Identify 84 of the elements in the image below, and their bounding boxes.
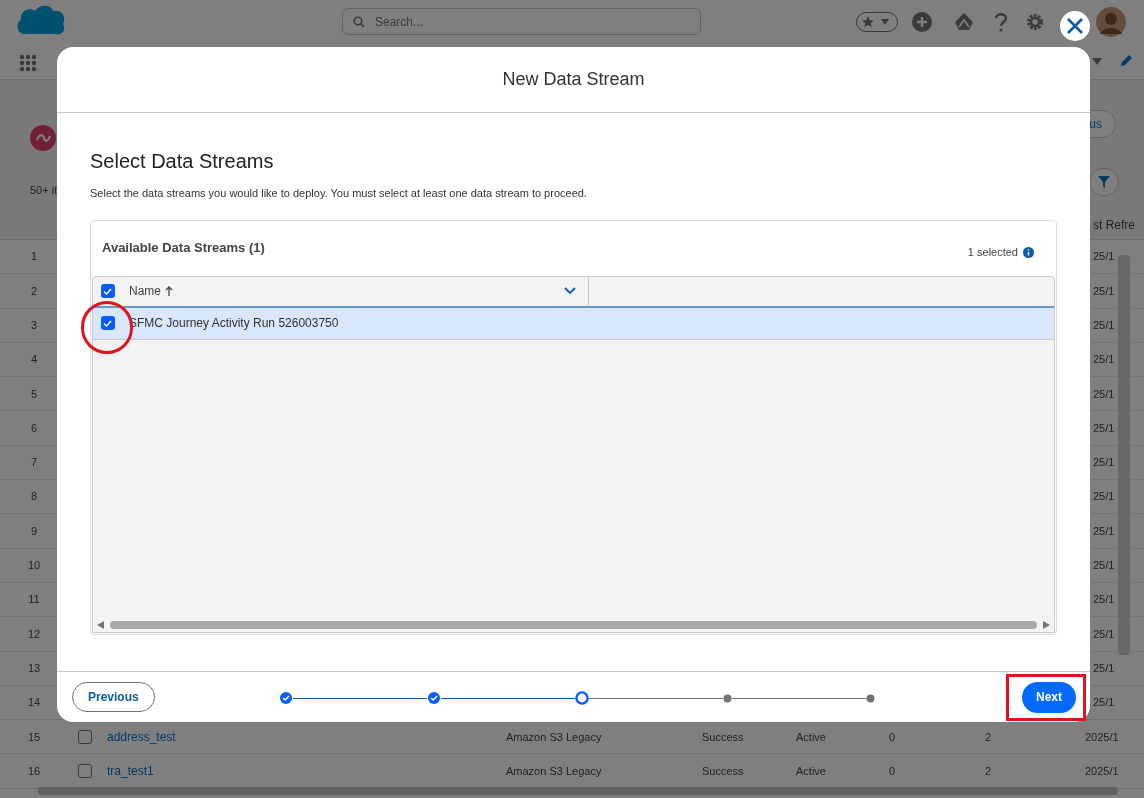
selected-count: 1 selected [967,244,1018,260]
list-button[interactable]: us [1089,115,1102,133]
table-cell: 25/1 [1093,524,1115,537]
horizontal-scrollbar[interactable] [38,787,1118,795]
caret-icon[interactable] [1092,58,1102,65]
table-cell: 25/1 [1093,456,1115,469]
row-number: 5 [29,386,39,402]
table-cell: 0 [889,730,896,743]
search-icon [353,16,365,28]
completed-step-icon [279,691,293,705]
table-cell: 25/1 [1093,593,1115,606]
row-number: 14 [26,695,42,711]
current-step-icon [575,691,589,705]
row-number: 7 [29,455,39,471]
stream-name-link[interactable]: address_test [107,729,176,744]
next-button[interactable]: Next [1022,681,1076,713]
table-cell: 25/1 [1093,627,1115,640]
table-cell: 2 [985,764,992,777]
table-cell: Amazon S3 Legacy [506,764,602,777]
row-number: 8 [29,489,39,505]
horizontal-scrollbar[interactable] [110,620,1037,629]
modal-title: New Data Stream [502,68,645,91]
table-cell: 25/1 [1093,319,1115,331]
checkbox[interactable] [78,729,92,744]
table-cell: 25/1 [1093,559,1115,572]
help-icon[interactable] [994,12,1008,32]
filter-button[interactable] [1089,168,1119,196]
table-cell: Active [796,730,826,743]
row-number: 2 [29,283,39,299]
row-number: 13 [26,660,42,676]
table-cell: 25/1 [1093,353,1115,366]
close-icon [1067,18,1083,34]
table-cell: 25/1 [1093,696,1115,709]
table-cell: 25/1 [1093,250,1115,263]
item-count: 50+ it [30,183,58,198]
row-number: 10 [26,558,42,574]
table-cell: 25/1 [1093,661,1115,674]
table-cell: Active [796,764,826,777]
column-header: st Refre [1093,217,1135,234]
caret-icon [881,19,889,25]
description-text: Select the data streams you would like to deploy. You must select at least one data stream to proceed. [90,186,588,201]
table-cell: 25/1 [1093,421,1115,434]
search-field[interactable]: Search... [342,8,701,35]
row-number: 15 [26,729,42,745]
row-number: 11 [27,592,41,608]
settings-icon[interactable] [1026,13,1044,31]
scroll-left-icon[interactable] [97,620,104,629]
row-number: 4 [29,352,39,368]
mountain-icon[interactable] [954,12,974,32]
add-icon[interactable] [912,12,932,32]
row-number: 16 [26,763,42,779]
info-icon [1023,246,1034,258]
table-cell: 2025/1 [1085,730,1119,743]
table-cell: 0 [889,764,896,777]
checkbox[interactable] [78,764,92,779]
panel-title: Available Data Streams (1) [102,239,265,258]
checkbox[interactable] [100,316,115,330]
chevron-down-icon[interactable] [564,287,576,295]
table-cell: 2025/1 [1085,764,1119,777]
table-cell: 2 [985,730,992,743]
avatar[interactable] [1096,7,1126,37]
section-heading: Select Data Streams [90,149,275,173]
sort-arrow-icon [165,286,173,296]
pencil-icon[interactable] [1119,54,1133,68]
row-number: 12 [26,626,42,642]
stream-name-link[interactable]: tra_test1 [107,764,154,779]
row-number: 1 [29,249,39,265]
filter-icon [1098,176,1110,188]
column-header[interactable]: Name [122,276,589,306]
table-cell: Success [702,730,744,743]
app-launcher-icon[interactable] [19,54,37,72]
row-number: 3 [29,318,39,333]
table-cell: Amazon S3 Legacy [506,730,602,743]
completed-step-icon [427,691,441,705]
table-cell: 25/1 [1093,284,1115,297]
star-icon [861,15,875,29]
table-cell: 25/1 [1093,387,1115,400]
favorites-button[interactable] [856,12,898,32]
row-number: 9 [29,523,39,539]
table-cell: 25/1 [1093,490,1115,503]
table-cell: Success [702,764,744,777]
checkbox[interactable] [100,284,115,298]
scroll-right-icon[interactable] [1043,620,1050,629]
row-number: 6 [29,420,39,436]
